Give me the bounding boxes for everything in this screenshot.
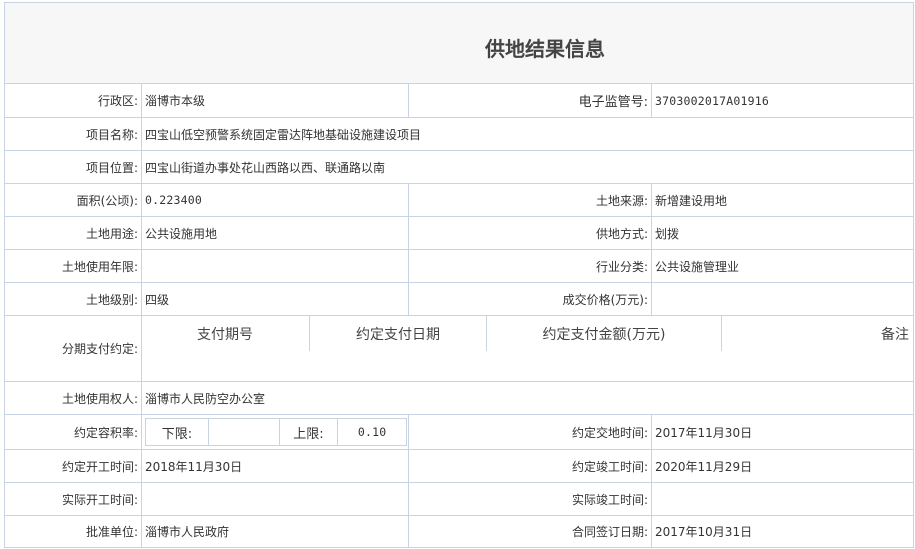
upper-limit-label: 上限: [293, 426, 324, 442]
project-name-label: 项目名称: [85, 127, 138, 142]
approval-unit-label: 批准单位: [85, 525, 138, 539]
actual-completion-value [652, 483, 913, 515]
agreed-completion-label: 约定竣工时间: [571, 459, 648, 474]
use-term-label: 土地使用年限: [61, 259, 138, 274]
row-land-grade: 土地级别: 四级 成交价格(万元): [5, 283, 913, 316]
plot-ratio-label: 约定容积率: [73, 425, 138, 440]
row-installment: 分期支付约定: 支付期号 约定支付日期 约定支付金额(万元) 备注 [5, 316, 913, 382]
industry-label: 行业分类: [595, 259, 648, 274]
row-land-use: 土地用途: 公共设施用地 供地方式: 划拨 [5, 217, 913, 250]
installment-header-remark: 备注 [881, 326, 909, 343]
page-title: 供地结果信息 [485, 37, 605, 61]
installment-subtable: 支付期号 约定支付日期 约定支付金额(万元) 备注 [141, 316, 913, 351]
row-project-name: 项目名称: 四宝山低空预警系统固定雷达阵地基础设施建设项目 [5, 118, 913, 151]
row-approval: 批准单位: 淄博市人民政府 合同签订日期: 2017年10月31日 [5, 516, 913, 547]
row-area: 面积(公顷): 0.223400 土地来源: 新增建设用地 [5, 184, 913, 217]
contract-date-label: 合同签订日期: [571, 525, 648, 539]
land-grade-value: 四级 [145, 292, 170, 307]
row-district: 行政区: 淄博市本级 电子监管号: 3703002017A01916 [5, 84, 913, 118]
contract-date-value: 2017年10月31日 [655, 525, 753, 539]
supervision-no-value: 3703002017A01916 [655, 93, 769, 108]
approval-unit-value: 淄博市人民政府 [145, 525, 230, 539]
actual-start-label: 实际开工时间: [61, 492, 138, 507]
project-location-label: 项目位置: [85, 160, 138, 175]
row-actual-dates: 实际开工时间: 实际竣工时间: [5, 483, 913, 516]
installment-header-amount: 约定支付金额(万元) [542, 326, 666, 343]
actual-completion-label: 实际竣工时间: [571, 492, 648, 507]
district-value: 淄博市本级 [145, 94, 206, 108]
row-plot-ratio: 约定容积率: 下限: 上限: 0.10 约定交地时间: 2017年11月30日 [5, 415, 913, 450]
project-location-value: 四宝山街道办事处花山西路以西、联通路以南 [145, 160, 386, 175]
industry-value: 公共设施管理业 [655, 259, 740, 274]
land-source-label: 土地来源: [595, 193, 648, 208]
supply-method-value: 划拨 [655, 226, 680, 241]
land-source-value: 新增建设用地 [655, 193, 728, 208]
deal-price-label: 成交价格(万元): [562, 292, 648, 307]
supply-result-table: 供地结果信息 行政区: 淄博市本级 电子监管号: 3703002017A0191… [4, 2, 914, 548]
use-term-value [142, 250, 408, 282]
supply-method-label: 供地方式: [595, 226, 648, 241]
land-user-label: 土地使用权人: [61, 391, 138, 406]
land-use-value: 公共设施用地 [145, 226, 218, 241]
area-value: 0.223400 [145, 193, 202, 207]
row-project-location: 项目位置: 四宝山街道办事处花山西路以西、联通路以南 [5, 151, 913, 184]
plot-ratio-box: 下限: 上限: 0.10 [145, 418, 407, 446]
lower-limit-label: 下限: [161, 426, 193, 442]
installment-header-date: 约定支付日期 [356, 326, 440, 343]
title-row: 供地结果信息 [5, 3, 913, 84]
deal-price-value [652, 283, 913, 315]
land-use-label: 土地用途: [85, 226, 138, 241]
agreed-completion-value: 2020年11月29日 [655, 459, 753, 474]
agreed-start-label: 约定开工时间: [61, 459, 138, 474]
installment-header-period: 支付期号 [197, 326, 253, 343]
handover-date-label: 约定交地时间: [571, 425, 648, 440]
district-label: 行政区: [97, 94, 138, 108]
row-use-term: 土地使用年限: 行业分类: 公共设施管理业 [5, 250, 913, 283]
land-user-value: 淄博市人民防空办公室 [145, 391, 266, 406]
project-name-value: 四宝山低空预警系统固定雷达阵地基础设施建设项目 [145, 127, 422, 142]
handover-date-value: 2017年11月30日 [655, 425, 753, 440]
row-land-user: 土地使用权人: 淄博市人民防空办公室 [5, 382, 913, 415]
agreed-start-value: 2018年11月30日 [145, 459, 243, 474]
supervision-no-label: 电子监管号: [578, 95, 648, 110]
installment-label: 分期支付约定: [61, 342, 138, 356]
actual-start-value [142, 483, 408, 515]
land-grade-label: 土地级别: [85, 292, 138, 307]
row-start-date: 约定开工时间: 2018年11月30日 约定竣工时间: 2020年11月29日 [5, 450, 913, 483]
upper-limit-value: 0.10 [357, 425, 387, 439]
area-label: 面积(公顷): [76, 193, 138, 208]
